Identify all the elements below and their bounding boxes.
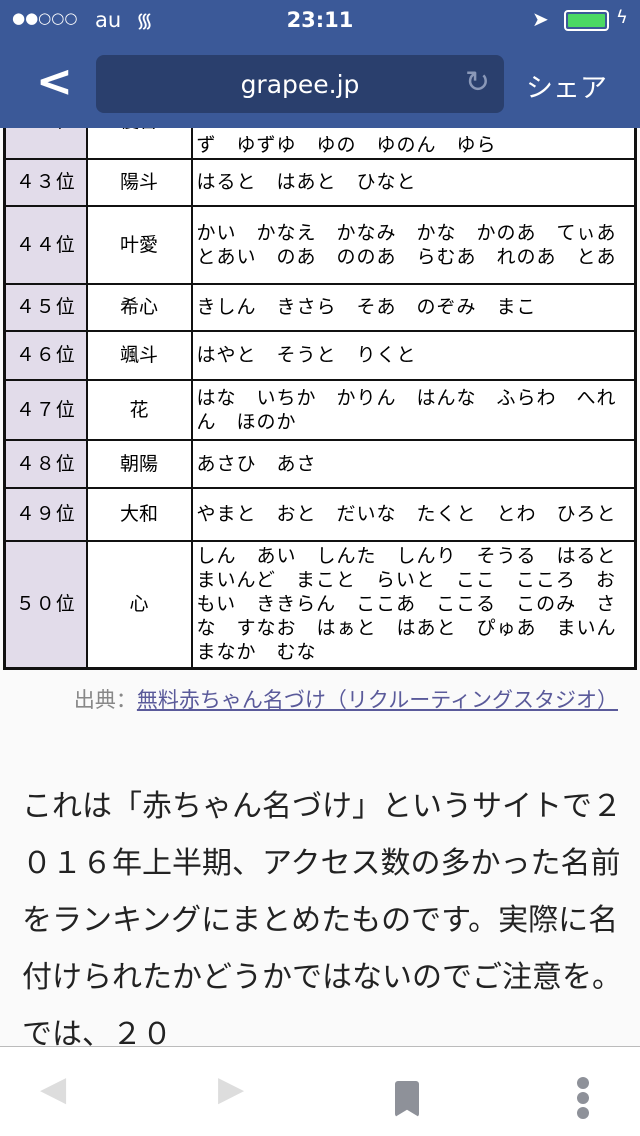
- table-row: ５０位心しん あい しんた しんり そうる はると まいんど まこと らいと こ…: [3, 539, 637, 670]
- rank-cell: ４７位: [3, 378, 88, 441]
- browser-header: ●●○○○ au ᯾ 23:11 ➤ ϟ < grapee.jp ↻ シェア: [0, 0, 640, 128]
- bookmark-icon[interactable]: [395, 1081, 419, 1117]
- source-link[interactable]: 無料赤ちゃん名づけ（リクルーティングスタジオ）: [137, 688, 618, 712]
- kanji-name-cell: 希心: [85, 282, 193, 332]
- readings-cell: はると はあと ひなと: [190, 157, 637, 207]
- readings-cell: やまと おと だいな たくと とわ ひろと: [190, 486, 637, 542]
- readings-cell: きしん きさら そあ のぞみ まこ: [190, 282, 637, 332]
- rank-cell: ５０位: [3, 539, 88, 670]
- readings-cell: かい かなえ かなみ かな かのあ てぃあ とあい のあ ののあ らむあ れのあ…: [190, 204, 637, 285]
- kanji-name-cell: 朝陽: [85, 438, 193, 489]
- article-paragraph: これは「赤ちゃん名づけ」というサイトで２０１６年上半期、アクセス数の多かった名前…: [22, 789, 622, 1046]
- source-citation: 出典：無料赤ちゃん名づけ（リクルーティングスタジオ）: [18, 682, 618, 718]
- kanji-name-cell: 叶愛: [85, 204, 193, 285]
- more-options-icon[interactable]: [577, 1077, 591, 1122]
- readings-cell: はな いちか かりん はんな ふらわ へれん ほのか: [190, 378, 637, 441]
- rank-cell: ４８位: [3, 438, 88, 489]
- location-arrow-icon: ➤: [532, 7, 549, 31]
- table-row: ４８位 朝陽 あさひ あさ: [3, 438, 637, 489]
- charging-bolt-icon: ϟ: [616, 7, 628, 28]
- url-text: grapee.jp: [240, 70, 360, 99]
- readings-cell: しん あい しんた しんり そうる はると まいんど まこと らいと ここ ここ…: [190, 539, 637, 670]
- page-content: ４２位優音ず ゆずゆ ゆの ゆのん ゆら４３位陽斗はると はあと ひなと４４位叶…: [0, 128, 640, 1046]
- table-row: ４６位 颯斗 はやと そうと りくと: [3, 329, 637, 381]
- kanji-name-cell: 颯斗: [85, 329, 193, 381]
- reload-icon[interactable]: ↻: [465, 65, 490, 100]
- source-label: 出典：: [73, 688, 137, 712]
- readings-cell: はやと そうと りくと: [190, 329, 637, 381]
- kanji-name-cell: 花: [85, 378, 193, 441]
- back-button[interactable]: <: [36, 60, 73, 104]
- kanji-name-cell: 優音: [85, 128, 193, 160]
- table-row: ４２位優音ず ゆずゆ ゆの ゆのん ゆら: [3, 128, 637, 160]
- rank-cell: ４３位: [3, 157, 88, 207]
- table-row: ４７位花はな いちか かりん はんな ふらわ へれん ほのか: [3, 378, 637, 441]
- bottom-toolbar: ◀ ▶: [0, 1046, 640, 1136]
- url-bar[interactable]: grapee.jp ↻: [96, 55, 504, 113]
- rank-cell: ４６位: [3, 329, 88, 381]
- kanji-name-cell: 陽斗: [85, 157, 193, 207]
- table-row: ４３位 陽斗 はると はあと ひなと: [3, 157, 637, 207]
- rank-cell: ４２位: [3, 128, 88, 160]
- table-row: ４９位 大和 やまと おと だいな たくと とわ ひろと: [3, 486, 637, 542]
- rank-cell: ４４位: [3, 204, 88, 285]
- nav-back-icon[interactable]: ◀: [40, 1069, 66, 1109]
- kanji-name-cell: 心: [85, 539, 193, 670]
- kanji-name-cell: 大和: [85, 486, 193, 542]
- share-button[interactable]: シェア: [526, 66, 607, 105]
- rank-cell: ４９位: [3, 486, 88, 542]
- table-row: ４５位 希心 きしん きさら そあ のぞみ まこ: [3, 282, 637, 332]
- readings-cell: あさひ あさ: [190, 438, 637, 489]
- rank-cell: ４５位: [3, 282, 88, 332]
- nav-forward-icon[interactable]: ▶: [218, 1069, 244, 1109]
- status-bar: ●●○○○ au ᯾ 23:11 ➤ ϟ: [0, 0, 640, 40]
- readings-cell: ず ゆずゆ ゆの ゆのん ゆら: [190, 128, 637, 160]
- name-ranking-table: ４２位優音ず ゆずゆ ゆの ゆのん ゆら４３位陽斗はると はあと ひなと４４位叶…: [3, 128, 637, 670]
- table-row: ４４位 叶愛 かい かなえ かなみ かな かのあ てぃあ とあい のあ ののあ らむ…: [3, 204, 637, 285]
- battery-icon: [564, 10, 609, 31]
